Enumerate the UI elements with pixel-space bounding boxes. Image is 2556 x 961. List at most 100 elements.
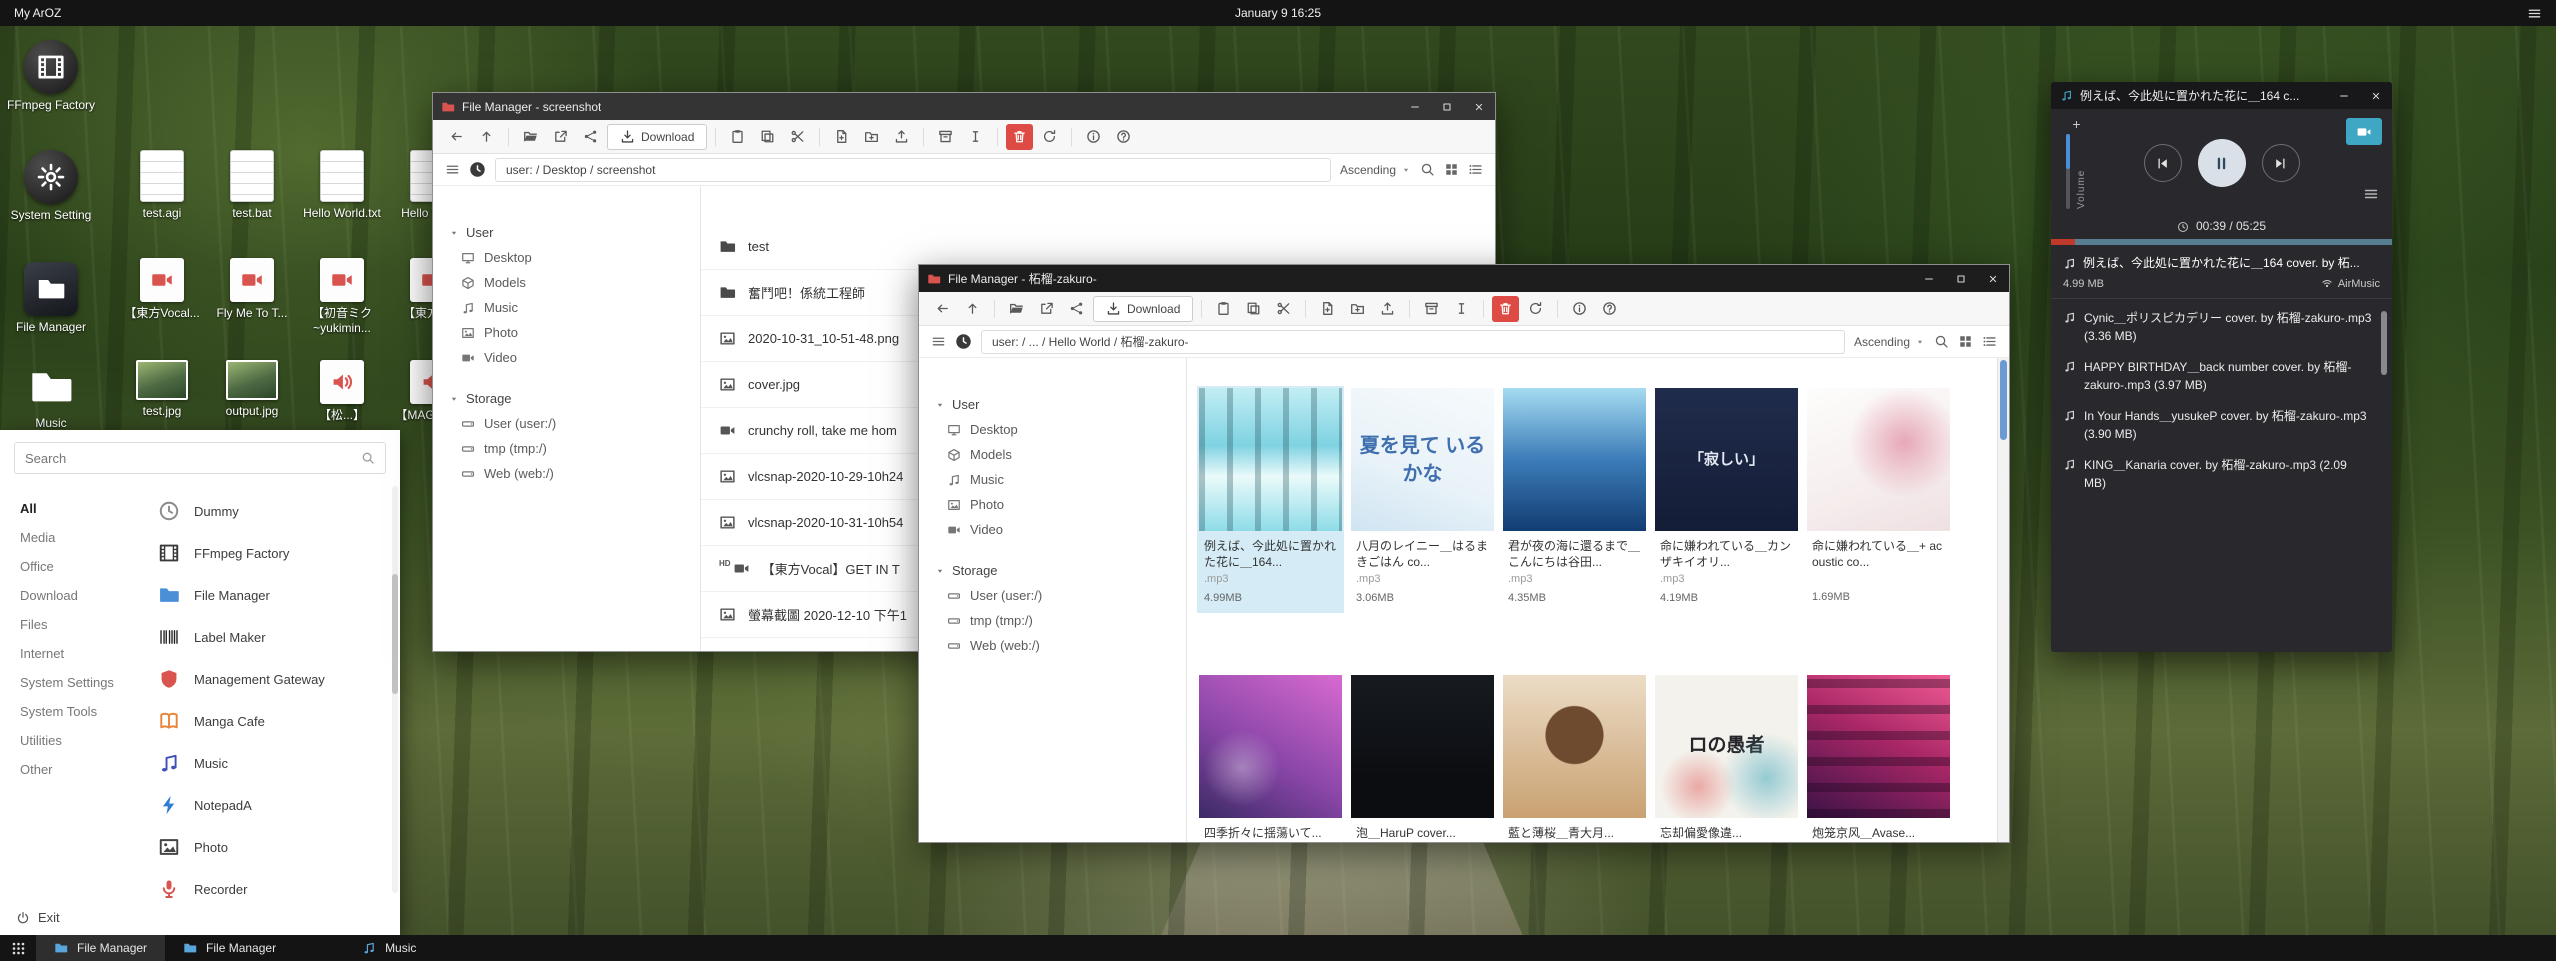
desktop-file-output-jpg[interactable]: output.jpg: [208, 360, 296, 423]
maximize-button[interactable]: [1945, 265, 1977, 292]
properties-button[interactable]: [1566, 296, 1593, 322]
player-title-bar[interactable]: 例えば、今此処に置かれた花に＿164 c...: [2051, 82, 2392, 109]
app-item-label-maker[interactable]: Label Maker: [156, 616, 386, 658]
file-tile-164[interactable]: 例えば、今此処に置かれた花に＿164....mp34.99MB: [1197, 386, 1344, 613]
sidebar-item-music[interactable]: Music: [433, 295, 700, 320]
share-button[interactable]: [577, 124, 604, 150]
grid-view-icon[interactable]: [1444, 162, 1459, 177]
sidebar-section-user[interactable]: User: [433, 220, 700, 245]
menu-icon[interactable]: [931, 334, 946, 349]
close-button[interactable]: [1463, 93, 1495, 120]
app-launcher-icon[interactable]: [0, 935, 36, 961]
list-view-icon[interactable]: [1982, 334, 1997, 349]
app-item-recorder[interactable]: Recorder: [156, 868, 386, 899]
sidebar-section-storage[interactable]: Storage: [919, 558, 1186, 583]
category-files[interactable]: Files: [20, 610, 150, 639]
sidebar-item-web-web[interactable]: Web (web:/): [919, 633, 1186, 658]
sidebar-item-tmp-tmp[interactable]: tmp (tmp:/): [433, 436, 700, 461]
app-item-photo[interactable]: Photo: [156, 826, 386, 868]
sidebar-item-photo[interactable]: Photo: [919, 492, 1186, 517]
playlist-scrollbar[interactable]: [2381, 311, 2387, 375]
volume-slider[interactable]: + Volume: [2066, 117, 2087, 209]
app-item-file-manager[interactable]: File Manager: [156, 574, 386, 616]
category-office[interactable]: Office: [20, 552, 150, 581]
player-menu-icon[interactable]: [2363, 185, 2379, 203]
title-bar[interactable]: File Manager - screenshot: [433, 93, 1495, 120]
file-tile-avase[interactable]: 炮笼京风＿Avase...: [1805, 673, 1952, 842]
output-device[interactable]: AirMusic: [2321, 278, 2380, 290]
search-icon[interactable]: [1420, 162, 1435, 177]
sidebar-item-video[interactable]: Video: [919, 517, 1186, 542]
copy-button[interactable]: [1240, 296, 1267, 322]
close-button[interactable]: [1977, 265, 2009, 292]
open-in-new-button[interactable]: [1033, 296, 1060, 322]
desktop-file-vocal[interactable]: 【東方Vocal...: [118, 258, 206, 336]
playlist-item[interactable]: Cynic＿ポリスピカデリー cover. by 柘榴-zakuro-.mp3 …: [2063, 309, 2372, 345]
upload-button[interactable]: [1374, 296, 1401, 322]
taskbar-task-music[interactable]: Music: [344, 935, 434, 961]
paste-button[interactable]: [1210, 296, 1237, 322]
download-button[interactable]: Download: [607, 124, 707, 150]
search-input[interactable]: [25, 451, 361, 466]
file-tile-item[interactable]: ロの愚者忘却偏愛像違...: [1653, 673, 1800, 842]
app-item-notepada[interactable]: NotepadA: [156, 784, 386, 826]
app-item-ffmpeg-factory[interactable]: FFmpeg Factory: [156, 532, 386, 574]
file-tile-acoustic-co[interactable]: 命に嫌われている＿+ acoustic co...1.69MB: [1805, 386, 1952, 613]
category-system-tools[interactable]: System Tools: [20, 697, 150, 726]
desktop-file-yukimin[interactable]: 【初音ミク~yukimin...: [298, 258, 386, 336]
new-file-button[interactable]: [1314, 296, 1341, 322]
app-item-manga-cafe[interactable]: Manga Cafe: [156, 700, 386, 742]
sidebar-item-user-user[interactable]: User (user:/): [433, 411, 700, 436]
archive-button[interactable]: [1418, 296, 1445, 322]
share-button[interactable]: [1063, 296, 1090, 322]
back-button[interactable]: [929, 296, 956, 322]
cast-button[interactable]: [2346, 118, 2382, 145]
paste-button[interactable]: [724, 124, 751, 150]
new-folder-button[interactable]: [858, 124, 885, 150]
file-tile-item[interactable]: 藍と薄桜＿青大月...: [1501, 673, 1648, 842]
refresh-button[interactable]: [1522, 296, 1549, 322]
exit-button[interactable]: Exit: [0, 899, 400, 935]
sidebar-item-models[interactable]: Models: [433, 270, 700, 295]
sidebar-item-video[interactable]: Video: [433, 345, 700, 370]
taskbar-task-file-manager[interactable]: File Manager: [165, 935, 294, 961]
sidebar-item-web-web[interactable]: Web (web:/): [433, 461, 700, 486]
menu-icon[interactable]: [445, 162, 460, 177]
search-icon[interactable]: [1934, 334, 1949, 349]
sidebar-item-desktop[interactable]: Desktop: [919, 417, 1186, 442]
next-track-button[interactable]: [2262, 144, 2300, 182]
delete-button[interactable]: [1006, 124, 1033, 150]
open-in-new-button[interactable]: [547, 124, 574, 150]
system-menu-button[interactable]: My ArOZ: [14, 6, 61, 20]
sort-dropdown[interactable]: Ascending: [1854, 335, 1925, 349]
new-folder-button[interactable]: [1344, 296, 1371, 322]
app-list-scrollbar[interactable]: [392, 486, 398, 893]
desktop-file-test-bat[interactable]: test.bat: [208, 150, 296, 221]
help-button[interactable]: [1596, 296, 1623, 322]
desktop-file-test-jpg[interactable]: test.jpg: [118, 360, 206, 423]
maximize-button[interactable]: [1431, 93, 1463, 120]
minimize-button[interactable]: [1913, 265, 1945, 292]
previous-track-button[interactable]: [2144, 144, 2182, 182]
sort-dropdown[interactable]: Ascending: [1340, 163, 1411, 177]
search-box[interactable]: [14, 442, 386, 474]
desktop-file-fly-me-to-t[interactable]: Fly Me To T...: [208, 258, 296, 336]
breadcrumb[interactable]: user: / Desktop / screenshot: [495, 158, 1331, 182]
up-button[interactable]: [473, 124, 500, 150]
seek-bar[interactable]: [2051, 239, 2392, 245]
delete-button[interactable]: [1492, 296, 1519, 322]
refresh-button[interactable]: [1036, 124, 1063, 150]
sidebar-item-music[interactable]: Music: [919, 467, 1186, 492]
archive-button[interactable]: [932, 124, 959, 150]
rename-button[interactable]: [962, 124, 989, 150]
file-tile-item[interactable]: 四季折々に揺蕩いて...: [1197, 673, 1344, 842]
minimize-button[interactable]: [1399, 93, 1431, 120]
playlist-item[interactable]: HAPPY BIRTHDAY＿back number cover. by 柘榴-…: [2063, 358, 2372, 394]
history-icon[interactable]: [469, 161, 486, 178]
list-view-icon[interactable]: [1468, 162, 1483, 177]
minimize-button[interactable]: [2328, 82, 2360, 109]
app-item-music[interactable]: Music: [156, 742, 386, 784]
grid-view-icon[interactable]: [1958, 334, 1973, 349]
download-button[interactable]: Download: [1093, 296, 1193, 322]
taskbar-task-file-manager[interactable]: File Manager: [36, 935, 165, 961]
